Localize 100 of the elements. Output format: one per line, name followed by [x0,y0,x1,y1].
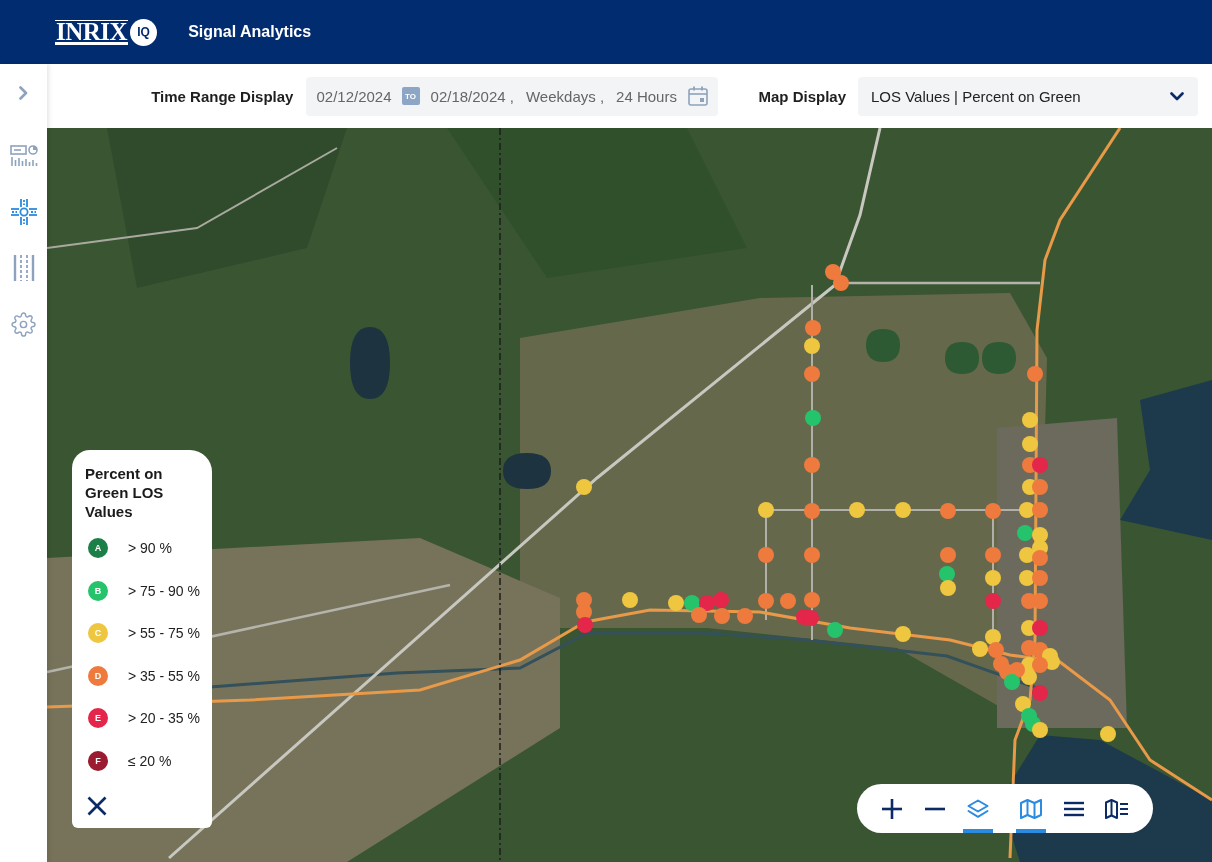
end-date: 02/18/2024 , [430,87,514,105]
signal-marker[interactable] [1032,593,1048,609]
signal-marker[interactable] [985,593,1001,609]
signal-marker[interactable] [833,275,849,291]
signal-marker[interactable] [691,607,707,623]
plus-icon [881,797,903,820]
menu-icon [1064,800,1084,817]
grade-dot: A [88,538,108,559]
map-display-dropdown[interactable]: LOS Values | Percent on Green [858,76,1198,116]
signal-marker[interactable] [577,617,593,633]
signal-marker[interactable] [804,338,820,354]
chevron-down-icon [1170,91,1184,101]
signal-marker[interactable] [940,580,956,596]
layers-icon [967,798,989,819]
signal-marker[interactable] [804,457,820,473]
date-range-field[interactable]: 02/12/2024 TO 02/18/2024 , Weekdays , 24 Hours [306,76,719,116]
app-title: Signal Analytics [188,23,312,41]
calendar-icon [688,86,709,106]
signal-marker[interactable] [827,622,843,638]
legend-label: > 35 - 55 % [128,667,200,684]
legend-label: > 55 - 75 % [128,625,200,642]
signal-marker[interactable] [1032,685,1048,701]
signal-marker[interactable] [988,642,1004,658]
signal-marker[interactable] [758,547,774,563]
chevron-right-icon [19,86,28,100]
signal-marker[interactable] [622,592,638,608]
signal-marker[interactable] [895,626,911,642]
signal-marker[interactable] [1032,620,1048,636]
hour-filter: 24 Hours [616,87,677,105]
signal-marker[interactable] [895,502,911,518]
signal-marker[interactable] [803,610,819,626]
start-date: 02/12/2024 [316,87,392,105]
grade-dot: C [88,623,108,644]
signal-marker[interactable] [1022,436,1038,452]
logo-wordmark: INRIX [55,19,129,45]
signal-marker[interactable] [714,608,730,624]
signal-marker[interactable] [940,503,956,519]
signal-marker[interactable] [825,264,841,280]
legend-label: > 20 - 35 % [128,710,200,727]
signal-marker[interactable] [1100,726,1116,742]
logo-badge: IQ [130,18,158,46]
signal-marker[interactable] [699,595,715,611]
minus-icon [925,806,945,811]
map-list-icon [1105,798,1129,819]
signal-marker[interactable] [939,566,955,582]
legend-title: Percent on Green LOS Values [85,464,165,521]
signal-marker[interactable] [805,410,821,426]
signal-marker[interactable] [1019,502,1035,518]
signal-marker[interactable] [972,641,988,657]
grade-dot: D [88,665,108,686]
close-icon [87,796,107,816]
signal-marker[interactable] [780,593,796,609]
signal-marker[interactable] [1022,412,1038,428]
signal-marker[interactable] [804,503,820,519]
signal-marker[interactable] [758,593,774,609]
signal-marker[interactable] [1032,722,1048,738]
signal-marker[interactable] [1004,674,1020,690]
signal-marker[interactable] [940,547,956,563]
signal-marker[interactable] [1032,550,1048,566]
signal-marker[interactable] [576,479,592,495]
legend-label: > 75 - 90 % [128,582,200,599]
signal-marker[interactable] [985,503,1001,519]
signal-marker[interactable] [737,608,753,624]
signal-marker[interactable] [1009,662,1025,678]
signal-marker[interactable] [1021,669,1037,685]
signal-marker[interactable] [1032,502,1048,518]
close-button[interactable] [87,796,107,816]
legend-label: > 90 % [128,540,172,557]
signal-marker[interactable] [804,547,820,563]
signal-marker[interactable] [1032,570,1048,586]
signal-marker[interactable] [804,592,820,608]
signal-marker[interactable] [849,502,865,518]
signal-marker[interactable] [1032,527,1048,543]
signal-marker[interactable] [1032,657,1048,673]
signal-marker[interactable] [1019,570,1035,586]
time-range-label: Time Range Display [151,87,294,105]
map-display-label: Map Display [758,87,846,105]
signal-marker[interactable] [713,592,729,608]
grade-dot: F [88,750,108,771]
signal-marker[interactable] [1027,366,1043,382]
signal-marker[interactable] [985,547,1001,563]
signal-marker[interactable] [805,320,821,336]
grade-dot: E [88,708,108,729]
signal-marker[interactable] [668,595,684,611]
day-filter: Weekdays , [525,87,605,105]
signal-marker[interactable] [1015,696,1031,712]
signal-marker[interactable] [985,570,1001,586]
signal-marker[interactable] [758,502,774,518]
signal-marker[interactable] [1019,547,1035,563]
legend-label: ≤ 20 % [128,752,172,769]
signal-marker[interactable] [1017,525,1033,541]
grade-dot: B [88,580,108,601]
signal-marker[interactable] [1032,457,1048,473]
signal-marker[interactable] [684,595,700,611]
signal-marker[interactable] [985,629,1001,645]
signal-marker[interactable] [1032,479,1048,495]
map-icon [1020,798,1042,819]
to-badge: TO [401,87,420,105]
signal-marker[interactable] [576,604,592,620]
signal-marker[interactable] [804,366,820,382]
